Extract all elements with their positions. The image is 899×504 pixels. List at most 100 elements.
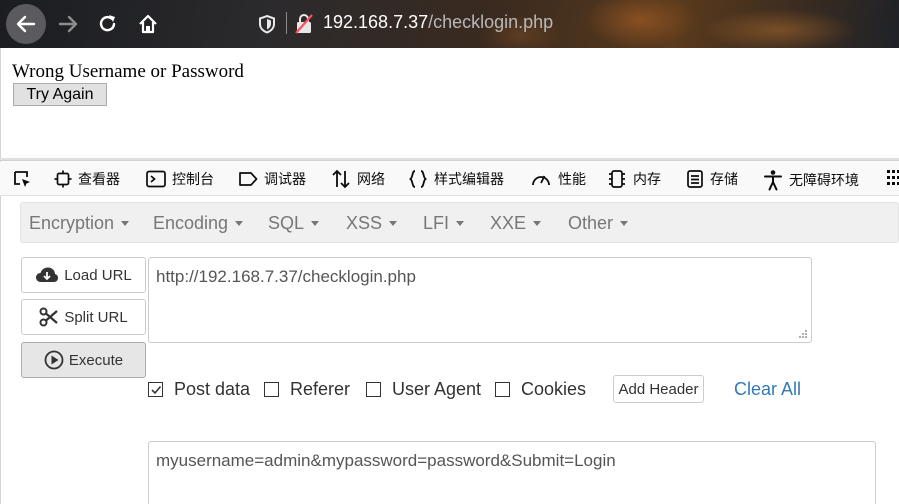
option-label: User Agent [392,379,482,399]
cookies-option[interactable]: Cookies [495,379,586,400]
option-label: Post data [174,379,251,399]
devtools-tab-bar: 查看器 控制台 调试器 网络 样式编辑器 性能 内存 存储 无障碍环境 [0,162,899,196]
option-label: Referer [290,379,351,399]
grid-icon [887,170,899,185]
tab-label: 存储 [710,172,738,188]
user-agent-option[interactable]: User Agent [366,379,481,400]
forward-button[interactable] [48,4,88,44]
site-info-button[interactable] [294,13,314,40]
post-data-value: myusername=admin&mypassword=password&Sub… [156,451,616,470]
url-value: http://192.168.7.37/checklogin.php [156,267,416,286]
caret-down-icon [311,221,320,226]
accessibility-icon [764,170,782,191]
checkmark-icon [150,385,161,394]
back-button[interactable] [6,4,46,44]
caret-down-icon [121,221,130,226]
more-tools-button[interactable] [886,169,899,187]
tab-inspector[interactable]: 查看器 [54,169,120,189]
tracking-protection-button[interactable] [258,14,276,39]
caret-down-icon [533,221,542,226]
menu-lfi[interactable]: LFI [423,213,465,234]
debugger-icon [239,172,258,186]
back-arrow-icon [16,15,36,33]
element-picker-button[interactable] [12,169,38,189]
button-label: Execute [68,351,124,369]
caret-down-icon [389,221,398,226]
element-picker-icon [14,171,30,187]
memory-icon [609,170,625,188]
menu-xss[interactable]: XSS [346,213,398,234]
menu-other[interactable]: Other [568,213,629,234]
url-textarea[interactable]: http://192.168.7.37/checklogin.php [148,257,812,343]
referer-option[interactable]: Referer [264,379,350,400]
try-again-button[interactable]: Try Again [13,83,107,106]
clear-all-link[interactable]: Clear All [734,379,801,400]
console-icon [146,170,166,188]
load-url-button[interactable]: Load URL [21,257,146,293]
menu-label: LFI [423,213,450,233]
tab-network[interactable]: 网络 [331,169,385,189]
caret-down-icon [620,221,629,226]
forward-arrow-icon [58,15,78,33]
menu-label: SQL [268,213,305,233]
tab-performance[interactable]: 性能 [530,169,586,189]
tab-debugger[interactable]: 调试器 [238,169,306,189]
menu-label: Encryption [29,213,115,233]
post-data-textarea[interactable]: myusername=admin&mypassword=password&Sub… [148,441,876,504]
resize-grip-icon[interactable] [798,329,808,339]
tab-storage[interactable]: 存储 [686,169,738,189]
user-agent-checkbox[interactable] [366,382,381,397]
tab-label: 查看器 [78,172,120,188]
post-data-checkbox[interactable] [148,382,163,397]
tab-label: 样式编辑器 [434,172,504,188]
button-label: Split URL [64,308,128,326]
menu-label: XSS [346,213,383,233]
address-bar[interactable]: 192.168.7.37/checklogin.php [323,12,553,33]
style-editor-icon [409,170,427,188]
devtools-splitter[interactable] [0,158,899,161]
shield-icon [259,14,275,34]
url-separator [286,12,287,34]
menu-encryption[interactable]: Encryption [29,213,130,234]
menu-label: XXE [490,213,527,233]
performance-icon [532,175,550,186]
tab-label: 无障碍环境 [789,173,859,189]
tab-label: 网络 [357,172,385,188]
execute-button[interactable]: Execute [21,342,146,378]
browser-toolbar: 192.168.7.37/checklogin.php [0,0,899,48]
play-circle-icon [44,350,64,370]
home-button[interactable] [128,4,168,44]
menu-sql[interactable]: SQL [268,213,320,234]
button-label: Load URL [64,266,132,284]
error-message: Wrong Username or Password [12,61,244,82]
tab-console[interactable]: 控制台 [146,169,214,189]
reload-icon [99,15,116,32]
split-url-button[interactable]: Split URL [21,299,146,335]
window-edge [0,48,1,504]
tab-label: 内存 [633,172,661,188]
caret-down-icon [235,221,244,226]
tab-memory[interactable]: 内存 [607,169,661,189]
hackbar-menu-bar: Encryption Encoding SQL XSS LFI XXE Othe… [20,202,899,243]
tab-accessibility[interactable]: 无障碍环境 [763,169,859,191]
storage-icon [687,170,703,188]
home-icon [139,14,157,34]
add-header-button[interactable]: Add Header [613,375,704,403]
caret-down-icon [456,221,465,226]
tab-label: 性能 [558,172,586,188]
insecure-lock-icon [295,14,313,34]
cookies-checkbox[interactable] [495,382,510,397]
reload-button[interactable] [88,4,128,44]
url-host: 192.168.7.37 [323,12,429,32]
menu-xxe[interactable]: XXE [490,213,542,234]
tab-label: 调试器 [264,172,306,188]
option-label: Cookies [521,379,587,399]
scissors-icon [39,307,59,327]
url-path: /checklogin.php [428,12,554,32]
inspector-icon [54,170,72,188]
menu-label: Other [568,213,614,233]
menu-encoding[interactable]: Encoding [153,213,244,234]
post-data-option[interactable]: Post data [148,379,250,400]
tab-style-editor[interactable]: 样式编辑器 [408,169,504,189]
referer-checkbox[interactable] [264,382,279,397]
